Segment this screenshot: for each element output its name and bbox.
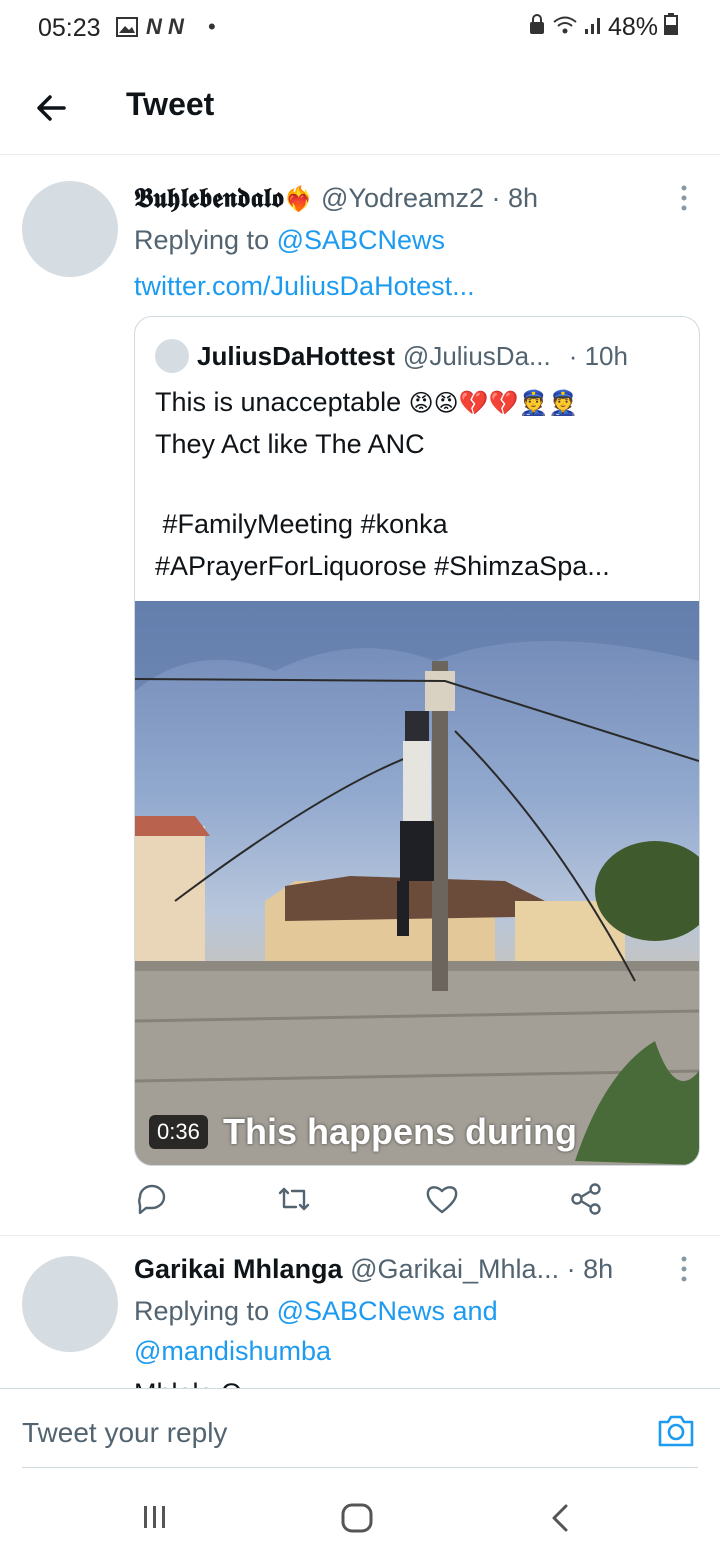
page-title: Tweet [126,86,215,122]
tweet-header: Garikai Mhlanga @Garikai_Mhla... · 8h [134,1254,613,1285]
recents-icon[interactable] [140,1502,170,1537]
video-thumbnail [135,601,699,1165]
tweet-header: 𝕭𝖚𝖍𝖑𝖊𝖇𝖊𝖓𝖉𝖆𝖑𝖔❤️‍🔥 @Yodreamz2 · 8h [134,183,538,215]
home-icon[interactable] [340,1502,374,1539]
quoted-tweet[interactable]: JuliusDaHottest @JuliusDa... · 10h This … [134,316,700,1166]
more-vertical-icon[interactable] [672,183,696,218]
mention-link[interactable]: @mandishumba [134,1336,331,1367]
tweet-text-cut: Mhlala O... [134,1378,265,1388]
system-nav-bar [0,1470,720,1560]
tweet-time: · 8h [566,1254,614,1284]
reply-input[interactable]: Tweet your reply [22,1417,227,1449]
wifi-icon [552,13,578,42]
quote-avatar [155,339,189,373]
replying-prefix: Replying to [134,1296,277,1326]
video-player[interactable]: 0:36 This happens during [135,601,699,1165]
status-time: 05:23 [38,14,101,42]
quote-name: JuliusDaHottest [197,340,395,371]
tweet[interactable]: Garikai Mhlanga @Garikai_Mhla... · 8h Re… [0,1236,720,1388]
nav-back-icon[interactable] [546,1502,576,1539]
app-header: Tweet [0,60,720,155]
signal-icon [584,13,602,42]
replying-to: Replying to @SABCNews and [134,1296,498,1327]
avatar[interactable] [22,181,118,277]
hashtag-line-2[interactable]: #APrayerForLiquorose #ShimzaSpa... [155,551,610,582]
quote-time: · 10h [568,340,628,371]
notification-dot: • [208,14,216,39]
video-duration: 0:36 [149,1115,208,1149]
battery-level: 48% [608,13,659,41]
tweet[interactable]: 𝕭𝖚𝖍𝖑𝖊𝖇𝖊𝖓𝖉𝖆𝖑𝖔❤️‍🔥 @Yodreamz2 · 8h Replyin… [0,155,720,1236]
gallery-icon [116,16,138,38]
status-right: 48% [528,13,679,42]
mention-link[interactable]: @SABCNews and [277,1296,498,1326]
emoji-row: 😡😡💔💔👮👮 [408,390,579,417]
quote-line-1: This is unacceptable 😡😡💔💔👮👮 [155,387,578,418]
more-vertical-icon[interactable] [672,1254,696,1289]
reply-composer[interactable]: Tweet your reply [0,1388,720,1469]
fire-heart-icon: ❤️‍🔥 [283,186,314,213]
quote-text: This is unacceptable [155,387,409,417]
replying-prefix: Replying to [134,225,277,255]
notification-letters: N N [146,14,184,39]
display-name[interactable]: Garikai Mhlanga [134,1254,343,1284]
share-icon[interactable] [568,1181,604,1217]
retweet-icon[interactable] [276,1181,312,1217]
quote-header: JuliusDaHottest @JuliusDa... · 10h [155,339,628,373]
quote-line-2: They Act like The ANC [155,429,425,459]
video-caption: This happens during [223,1111,578,1152]
quote-handle: @JuliusDa... [402,340,551,371]
avatar[interactable] [22,1256,118,1352]
replying-to: Replying to @SABCNews [134,225,445,256]
handle-time: @Yodreamz2 · 8h [321,183,539,213]
lock-icon [528,13,546,42]
camera-icon[interactable] [656,1413,696,1454]
tweet-link[interactable]: twitter.com/JuliusDaHotest... [134,271,475,302]
hashtag-line-1[interactable]: #FamilyMeeting #konka [155,509,448,540]
battery-icon [664,13,679,42]
divider [22,1467,698,1468]
handle: @Garikai_Mhla... [350,1254,560,1284]
arrow-left-icon[interactable] [30,86,74,130]
heart-icon[interactable] [424,1181,460,1217]
status-bar: 05:23 N N • 48% [0,0,720,58]
display-name[interactable]: 𝕭𝖚𝖍𝖑𝖊𝖇𝖊𝖓𝖉𝖆𝖑𝖔 [134,183,284,214]
reply-icon[interactable] [134,1181,170,1217]
mention-link[interactable]: @SABCNews [277,225,445,255]
